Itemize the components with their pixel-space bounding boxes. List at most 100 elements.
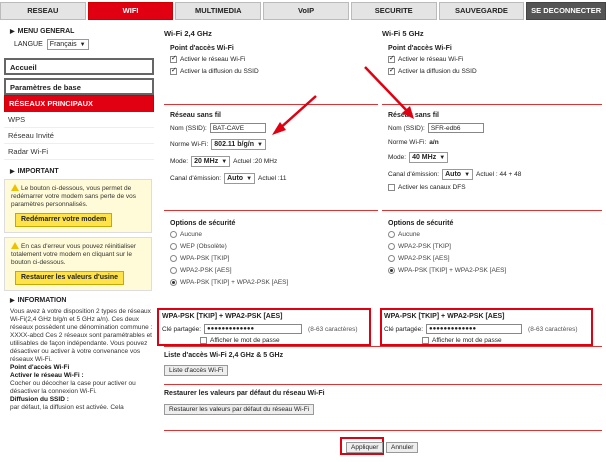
chevron-down-icon: ▼ (221, 158, 228, 165)
wifi5-sec-none-radio[interactable] (388, 231, 395, 238)
mode-label: Mode: (170, 158, 189, 165)
wifi5-key-section: WPA-PSK [TKIP] + WPA2-PSK [AES] Clé part… (384, 313, 598, 349)
wifi24-network-title: Réseau sans fil (170, 112, 221, 119)
apply-button[interactable]: Appliquer (346, 442, 384, 453)
divider (164, 104, 378, 105)
wifi5-key-input[interactable]: ●●●●●●●●●●●●● (426, 324, 523, 334)
sidebar-item-reseau-invite[interactable]: Réseau Invité (4, 128, 154, 144)
wifi5-security-section: Options de sécurité Aucune WPA2-PSK [TKI… (388, 220, 602, 279)
wifi24-network-section: Réseau sans fil Nom (SSID): BAT-CAVE Norm… (170, 112, 384, 190)
wifi24-key-input[interactable]: ●●●●●●●●●●●●● (204, 324, 303, 334)
wifi24-ssid-broadcast-row: Activer la diffusion du SSID (170, 66, 384, 75)
divider (164, 430, 602, 431)
sidebar-item-parametres[interactable]: Paramètres de base (4, 78, 154, 95)
wifi24-sec-wpa-tkip-radio[interactable] (170, 255, 177, 262)
chevron-down-icon: ▼ (439, 154, 446, 161)
wifi24-key-hint: (8-63 caractères) (308, 325, 358, 333)
channel-label: Canal d'émission: (170, 175, 222, 182)
wifi24-activate-checkbox[interactable] (170, 54, 177, 63)
restore-title: Restaurer les valeurs par défaut du rése… (164, 390, 325, 397)
chevron-down-icon: ▼ (246, 175, 253, 182)
chevron-right-icon: ▶ (10, 169, 15, 175)
wifi24-sec-wep-radio[interactable] (170, 243, 177, 250)
restore-defaults-button[interactable]: Restaurer les valeurs par défaut du rése… (164, 404, 315, 415)
wifi5-key-title: WPA-PSK [TKIP] + WPA2-PSK [AES] (384, 313, 505, 320)
mode-label: Mode: (388, 154, 407, 161)
chevron-down-icon: ▼ (256, 141, 263, 148)
wifi5-network-section: Réseau sans fil Nom (SSID): SFR-edb6 Norm… (388, 112, 602, 196)
access-list-button[interactable]: Liste d'accès Wi-Fi (164, 365, 229, 376)
tab-multimedia[interactable]: MULTIMEDIA (175, 2, 262, 20)
wifi24-norm-select[interactable]: 802.11 b/g/n ▼ (211, 139, 266, 150)
wifi5-ssid-broadcast-checkbox[interactable] (388, 66, 395, 75)
cancel-button[interactable]: Annuler (386, 442, 419, 453)
wifi5-ap-title: Point d'accès Wi-Fi (388, 45, 452, 52)
wifi24-mode-actual: Actuel :20 MHz (233, 158, 278, 165)
wifi24-channel-actual: Actuel :11 (258, 175, 287, 182)
factory-reset-button[interactable]: Restaurer les valeurs d'usine (15, 271, 124, 285)
wifi5-channel-select[interactable]: Auto ▼ (442, 169, 474, 180)
wifi5-mode-select[interactable]: 40 MHz ▼ (409, 152, 449, 163)
key-label: Clé partagée: (384, 325, 424, 333)
divider (382, 210, 602, 211)
wifi24-ap-section: Point d'accès Wi-Fi Activer le réseau Wi… (170, 45, 384, 80)
wifi24-activate-row: Activer le réseau Wi-Fi (170, 54, 384, 63)
language-select[interactable]: Français ▼ (46, 39, 89, 50)
wifi24-security-section: Options de sécurité Aucune WEP (Obsolète… (170, 220, 384, 291)
norm-label: Norme Wi-Fi: (170, 141, 209, 148)
language-row: LANGUE Français ▼ (14, 39, 154, 50)
wifi24-ssid-input[interactable]: BAT-CAVE (209, 123, 266, 133)
chevron-right-icon: ▶ (10, 298, 15, 304)
tab-wifi[interactable]: WIFI (87, 2, 174, 20)
wifi5-show-password-checkbox[interactable] (422, 337, 429, 344)
divider (164, 384, 602, 385)
main-content: Wi-Fi 2,4 GHz Wi-Fi 5 GHz Point d'accès … (157, 24, 606, 462)
menu-general-heading: ▶ MENU GENERAL (10, 28, 75, 35)
wifi5-norm-value: a/n (429, 139, 439, 146)
logout-button[interactable]: SE DECONNECTER (526, 2, 606, 20)
wifi5-sec-wpa2-aes-radio[interactable] (388, 255, 395, 262)
wifi5-key-hint: (8-63 caractères) (528, 325, 578, 333)
wifi24-ssid-broadcast-checkbox[interactable] (170, 66, 177, 75)
top-navigation: RESEAU WIFI MULTIMEDIA VoIP SECURITE SAU… (0, 0, 606, 20)
wifi5-sec-wpa2-tkip-radio[interactable] (388, 243, 395, 250)
important-heading: ▶ IMPORTANT (10, 168, 59, 175)
sidebar-item-wps[interactable]: WPS (4, 112, 154, 128)
wifi24-channel-select[interactable]: Auto ▼ (224, 173, 256, 184)
sidebar: ▶ MENU GENERAL LANGUE Français ▼ Accueil P… (4, 24, 154, 462)
divider (164, 346, 602, 347)
access-list-title: Liste d'accès Wi-Fi 2,4 GHz & 5 GHz (164, 352, 284, 359)
restart-modem-button[interactable]: Redémarrer votre modem (15, 213, 113, 227)
tab-reseau[interactable]: RESEAU (0, 2, 86, 20)
chevron-down-icon: ▼ (79, 41, 86, 48)
sidebar-item-reseaux-principaux[interactable]: RÉSEAUX PRINCIPAUX (4, 95, 154, 112)
information-text: Vous avez à votre disposition 2 types de… (10, 308, 153, 411)
warning-icon (11, 242, 19, 249)
wifi24-show-password-checkbox[interactable] (200, 337, 207, 344)
wifi5-activate-checkbox[interactable] (388, 54, 395, 63)
norm-label: Norme Wi-Fi: (388, 139, 427, 146)
wifi24-mode-select[interactable]: 20 MHz ▼ (191, 156, 231, 167)
sidebar-item-radar-wifi[interactable]: Radar Wi-Fi (4, 144, 154, 160)
wifi5-sec-mixed-radio[interactable] (388, 267, 395, 274)
wifi24-sec-none-radio[interactable] (170, 231, 177, 238)
reset-warning: En cas d'erreur vous pouvez réinitialise… (4, 237, 152, 291)
wifi5-title: Wi-Fi 5 GHz (382, 29, 424, 38)
restore-section: Restaurer les valeurs par défaut du rése… (164, 390, 325, 415)
wifi5-security-title: Options de sécurité (388, 220, 454, 227)
warning-icon (11, 184, 19, 191)
tab-securite[interactable]: SECURITE (350, 2, 437, 20)
wifi24-sec-wpa2-aes-radio[interactable] (170, 267, 177, 274)
tab-voip[interactable]: VoIP (263, 2, 349, 20)
wifi24-title: Wi-Fi 2,4 GHz (164, 29, 212, 38)
tab-sauvegarde[interactable]: SAUVEGARDE (438, 2, 525, 20)
ssid-label: Nom (SSID): (388, 124, 425, 132)
wifi24-security-title: Options de sécurité (170, 220, 236, 227)
wifi5-dfs-checkbox[interactable] (388, 184, 395, 191)
sidebar-item-accueil[interactable]: Accueil (4, 58, 154, 75)
wifi24-sec-mixed-radio[interactable] (170, 279, 177, 286)
key-label: Clé partagée: (162, 325, 202, 333)
wifi24-ap-title: Point d'accès Wi-Fi (170, 45, 234, 52)
wifi5-ssid-input[interactable]: SFR-edb6 (427, 123, 484, 133)
wifi5-ap-section: Point d'accès Wi-Fi Activer le réseau Wi… (388, 45, 602, 80)
